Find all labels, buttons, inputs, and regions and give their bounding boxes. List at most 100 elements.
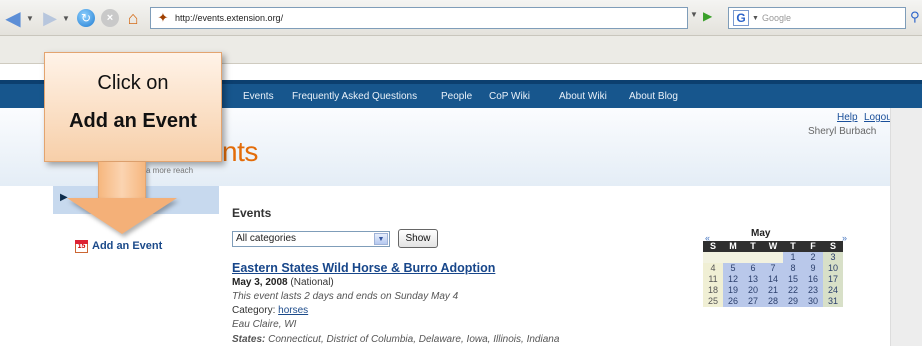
chevron-down-icon[interactable]: ▼ bbox=[374, 233, 388, 245]
forward-arrow-icon: ▶ bbox=[43, 7, 57, 28]
calendar-day-empty bbox=[703, 252, 723, 263]
calendar-day[interactable]: 11 bbox=[703, 274, 723, 285]
event-location: Eau Claire, WI bbox=[232, 319, 297, 330]
calendar-day[interactable]: 9 bbox=[803, 263, 823, 274]
url-text: http://events.extension.org/ bbox=[175, 13, 284, 23]
show-button[interactable]: Show bbox=[398, 229, 438, 248]
event-category-link[interactable]: horses bbox=[278, 305, 308, 316]
calendar-day-header: T bbox=[783, 241, 803, 252]
nav-link-about-wiki[interactable]: About Wiki bbox=[559, 91, 607, 102]
add-event-link[interactable]: Add an Event bbox=[92, 240, 162, 252]
calendar-day[interactable]: 12 bbox=[723, 274, 743, 285]
site-favicon-icon: ✦ bbox=[157, 10, 169, 25]
calendar-day[interactable]: 14 bbox=[763, 274, 783, 285]
event-duration: This event lasts 2 days and ends on Sund… bbox=[232, 291, 459, 302]
calendar-day[interactable]: 15 bbox=[783, 274, 803, 285]
callout-arrow-down-icon bbox=[67, 198, 177, 234]
calendar-day[interactable]: 21 bbox=[763, 285, 783, 296]
address-bar[interactable]: ✦ http://events.extension.org/ bbox=[150, 7, 688, 29]
event-scope: (National) bbox=[290, 277, 334, 288]
callout-line-2: Add an Event bbox=[69, 110, 197, 132]
category-select-value: All categories bbox=[236, 233, 297, 244]
calendar-day[interactable]: 20 bbox=[743, 285, 763, 296]
event-category: Category: horses bbox=[232, 305, 308, 316]
calendar-day[interactable]: 24 bbox=[823, 285, 843, 296]
search-placeholder: Google bbox=[761, 13, 791, 23]
calendar-day-empty bbox=[723, 252, 743, 263]
calendar-day[interactable]: 18 bbox=[703, 285, 723, 296]
calendar-day[interactable]: 16 bbox=[803, 274, 823, 285]
calendar-day[interactable]: 10 bbox=[823, 263, 843, 274]
calendar-day[interactable]: 2 bbox=[803, 252, 823, 263]
calendar-day[interactable]: 13 bbox=[743, 274, 763, 285]
calendar-day[interactable]: 31 bbox=[823, 296, 843, 307]
nav-link-cop-wiki[interactable]: CoP Wiki bbox=[489, 91, 530, 102]
callout-arrow-shaft bbox=[98, 162, 146, 200]
calendar-day-empty bbox=[763, 252, 783, 263]
browser-scrollbar-area[interactable] bbox=[890, 108, 922, 346]
calendar-day[interactable]: 5 bbox=[723, 263, 743, 274]
calendar-day[interactable]: 8 bbox=[783, 263, 803, 274]
content-heading: Events bbox=[232, 206, 272, 220]
calendar-day-header: S bbox=[823, 241, 843, 252]
calendar-day[interactable]: 29 bbox=[783, 296, 803, 307]
event-category-label: Category: bbox=[232, 305, 276, 316]
event-states-value: Connecticut, District of Columbia, Delaw… bbox=[268, 334, 560, 345]
forward-button[interactable]: ▶ bbox=[40, 8, 60, 28]
reload-button[interactable]: ↻ bbox=[76, 8, 96, 28]
event-title-link[interactable]: Eastern States Wild Horse & Burro Adopti… bbox=[232, 261, 495, 275]
calendar-grid: S M T W T F S 1 2 3 4 5 6 7 8 9 10 11 12… bbox=[703, 241, 843, 307]
calendar-day[interactable]: 22 bbox=[783, 285, 803, 296]
help-link[interactable]: Help bbox=[837, 112, 858, 123]
chevron-down-icon: ▼ bbox=[62, 13, 70, 23]
go-button[interactable]: ▶ bbox=[703, 9, 717, 25]
browser-toolbar: ◀ ▼ ▶ ▼ ↻ × ⌂ ✦ http://events.extension.… bbox=[0, 0, 922, 36]
nav-link-events[interactable]: Events bbox=[243, 91, 274, 102]
home-icon: ⌂ bbox=[127, 7, 139, 28]
calendar-day-header: S bbox=[703, 241, 723, 252]
nav-link-faq[interactable]: Frequently Asked Questions bbox=[292, 91, 417, 102]
calendar-day[interactable]: 4 bbox=[703, 263, 723, 274]
current-user-name: Sheryl Burbach bbox=[808, 126, 877, 137]
calendar-day-header: T bbox=[743, 241, 763, 252]
search-engine-icon[interactable]: G bbox=[733, 10, 749, 26]
calendar-day[interactable]: 6 bbox=[743, 263, 763, 274]
event-states-label: States: bbox=[232, 334, 266, 345]
calendar-day[interactable]: 28 bbox=[763, 296, 783, 307]
calendar-day[interactable]: 3 bbox=[823, 252, 843, 263]
event-date-value: May 3, 2008 bbox=[232, 277, 288, 288]
calendar-day[interactable]: 19 bbox=[723, 285, 743, 296]
search-box[interactable]: G ▼ Google bbox=[728, 7, 906, 29]
event-date: May 3, 2008 (National) bbox=[232, 277, 334, 288]
event-states: States: Connecticut, District of Columbi… bbox=[232, 334, 559, 345]
stop-icon: × bbox=[101, 9, 119, 27]
back-history-dropdown[interactable]: ▼ bbox=[26, 8, 34, 28]
site-tagline: a more reach bbox=[146, 166, 194, 175]
calendar-day[interactable]: 30 bbox=[803, 296, 823, 307]
calendar-day-header: W bbox=[763, 241, 783, 252]
back-button[interactable]: ◀ bbox=[2, 8, 24, 30]
url-history-dropdown[interactable]: ▼ bbox=[690, 10, 698, 19]
reload-icon: ↻ bbox=[77, 9, 95, 27]
calendar-day[interactable]: 26 bbox=[723, 296, 743, 307]
chevron-down-icon[interactable]: ▼ bbox=[752, 15, 759, 22]
category-select[interactable]: All categories ▼ bbox=[232, 231, 390, 247]
calendar-day[interactable]: 1 bbox=[783, 252, 803, 263]
calendar-day[interactable]: 7 bbox=[763, 263, 783, 274]
calendar-day[interactable]: 23 bbox=[803, 285, 823, 296]
calendar-day-empty bbox=[743, 252, 763, 263]
forward-history-dropdown[interactable]: ▼ bbox=[62, 8, 70, 28]
go-arrow-icon: ▶ bbox=[703, 9, 713, 23]
search-icon[interactable]: ⚲ bbox=[910, 9, 920, 25]
stop-button[interactable]: × bbox=[100, 8, 120, 28]
home-button[interactable]: ⌂ bbox=[122, 8, 144, 28]
calendar-month: May bbox=[751, 228, 771, 239]
calendar-day[interactable]: 17 bbox=[823, 274, 843, 285]
nav-link-people[interactable]: People bbox=[441, 91, 472, 102]
calendar-day[interactable]: 25 bbox=[703, 296, 723, 307]
instruction-callout: Click on Add an Event bbox=[44, 52, 222, 162]
nav-link-about-blog[interactable]: About Blog bbox=[629, 91, 678, 102]
calendar-day[interactable]: 27 bbox=[743, 296, 763, 307]
chevron-down-icon: ▼ bbox=[26, 13, 34, 23]
calendar-add-icon: 15 bbox=[75, 240, 88, 253]
